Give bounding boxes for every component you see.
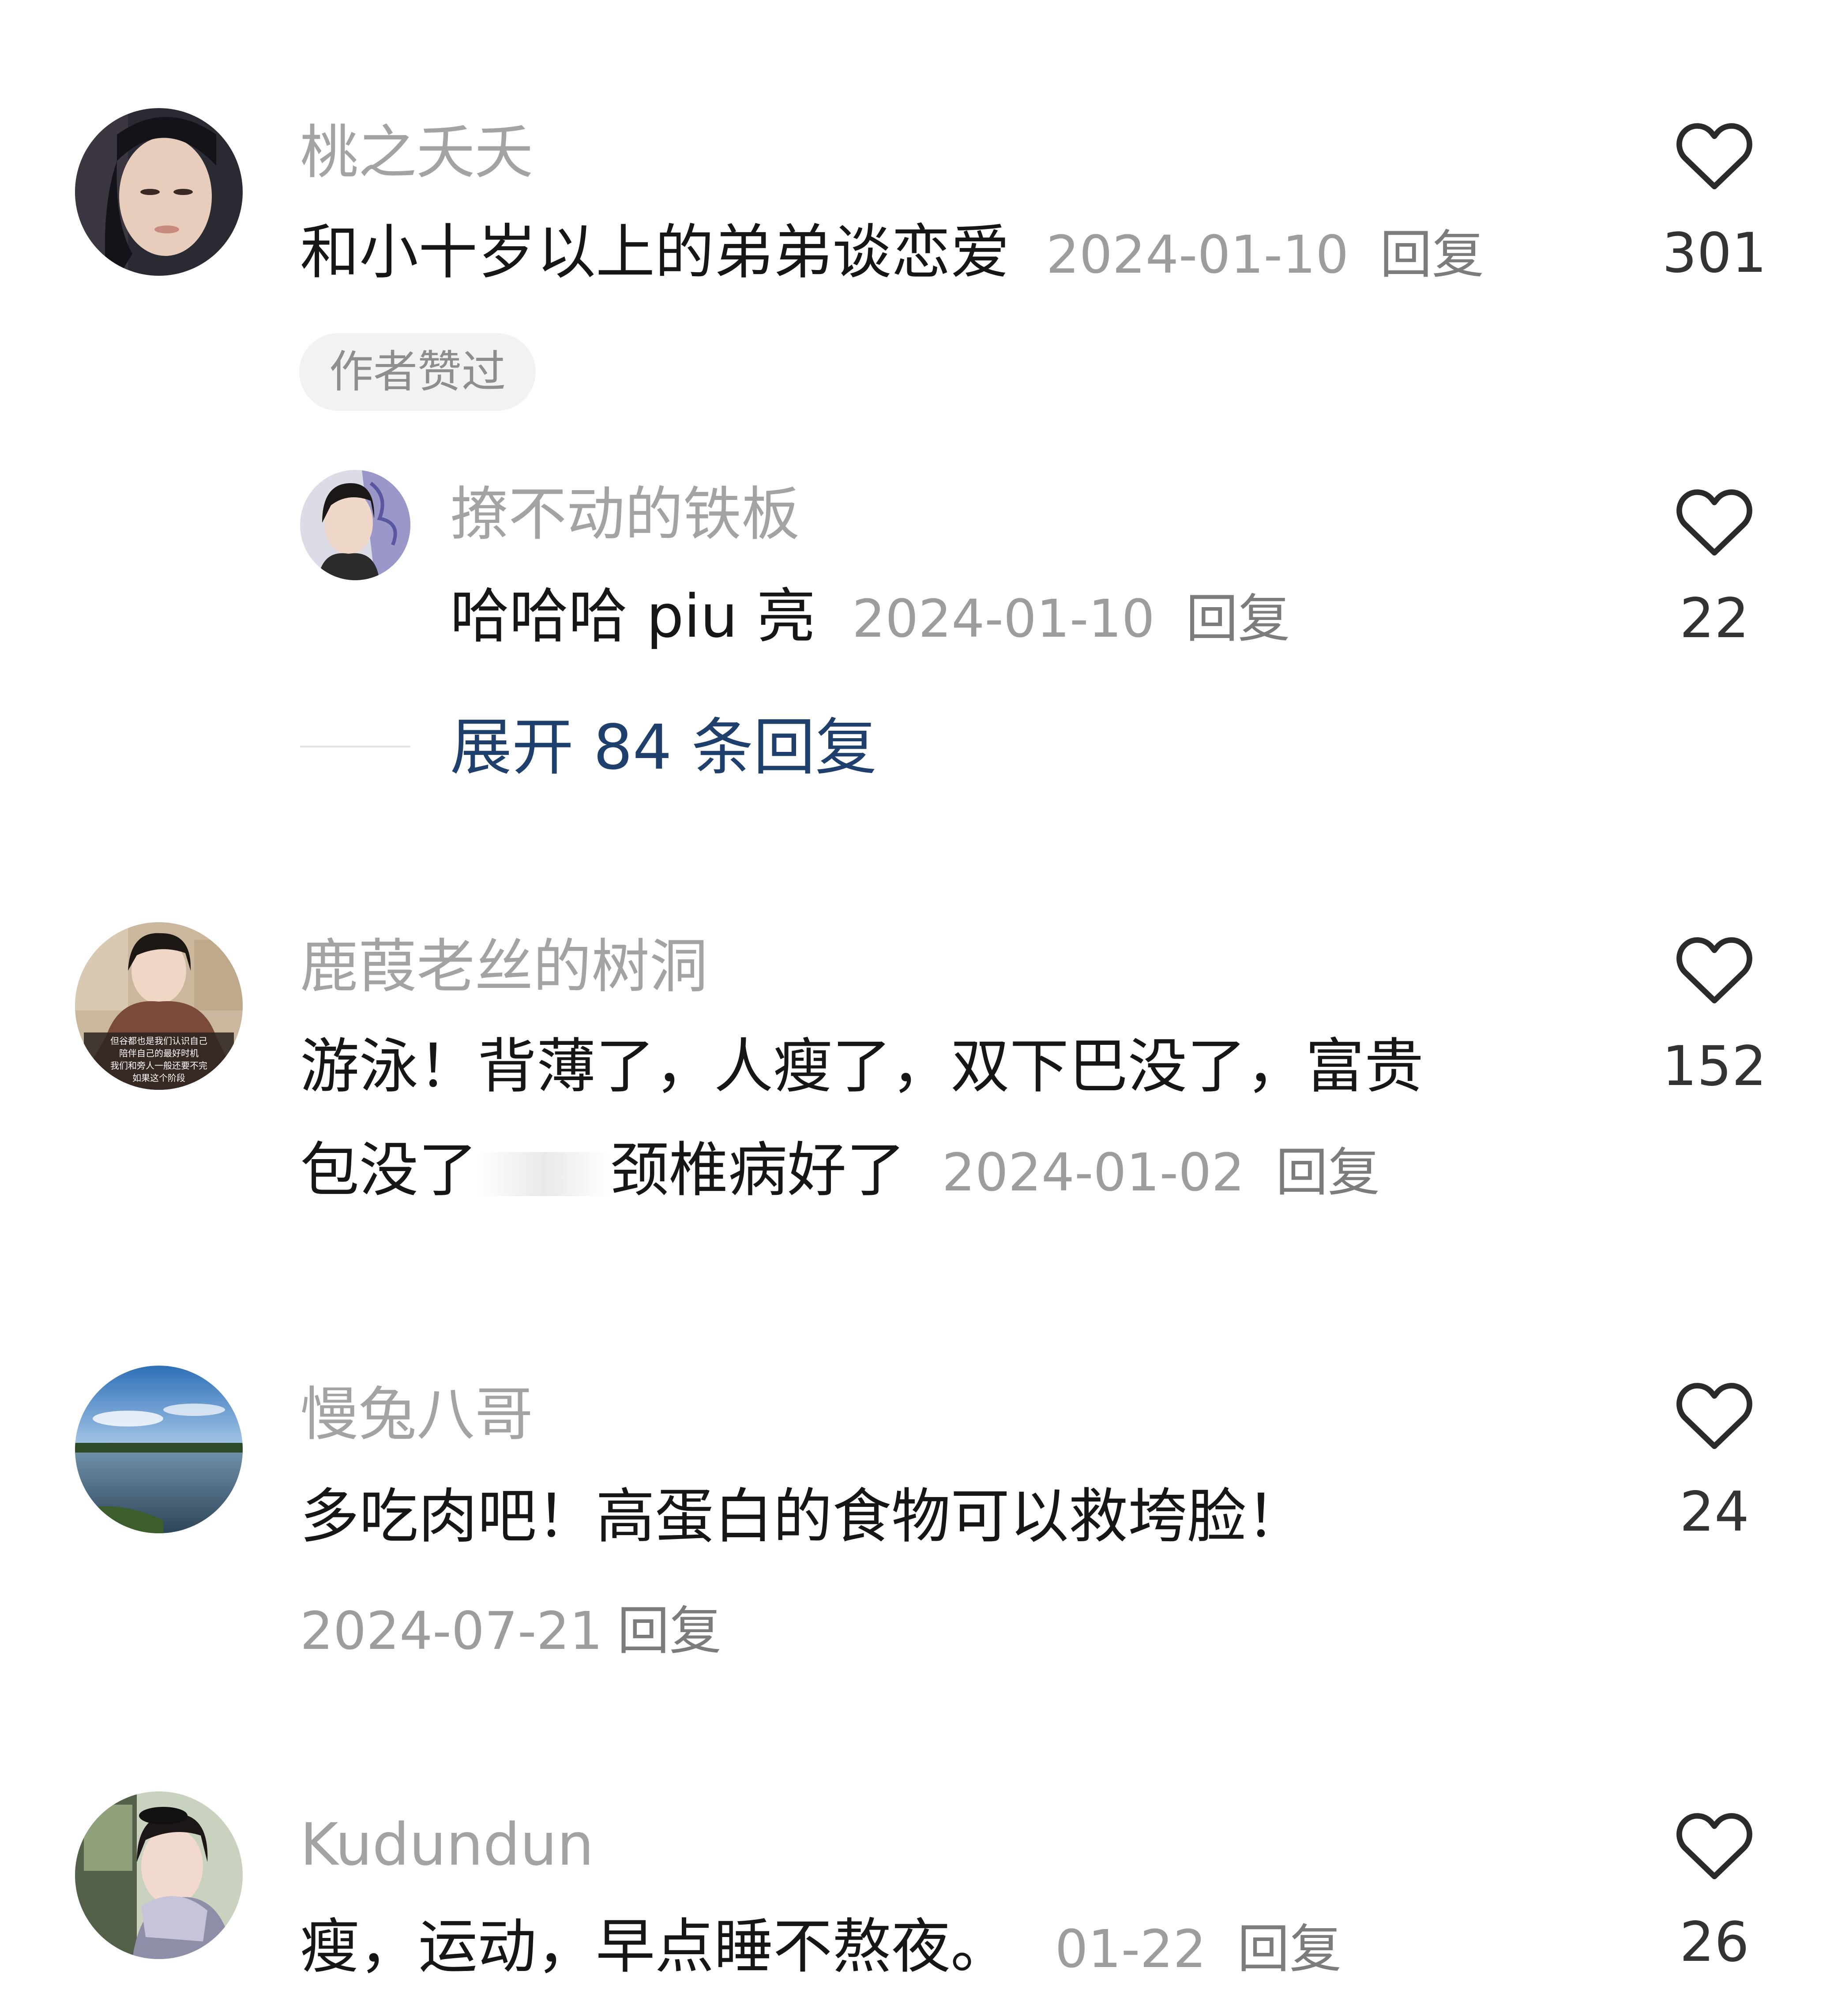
heart-outline-icon — [1676, 1383, 1752, 1449]
expand-replies-link[interactable]: 展开 84 条回复 — [450, 717, 877, 779]
like-button[interactable] — [1642, 1374, 1787, 1453]
avatar-sub-reply[interactable] — [300, 470, 410, 580]
heart-outline-icon — [1676, 937, 1752, 1004]
comment-date: 2024-01-02 — [942, 1142, 1245, 1203]
avatar-image — [75, 1366, 243, 1533]
like-count: 24 — [1680, 1480, 1749, 1544]
comment-body: 和小十岁以上的弟弟谈恋爱 — [300, 218, 1010, 287]
avatar-image — [75, 1791, 243, 1959]
avatar-image — [75, 108, 243, 276]
comment-username[interactable]: 慢兔八哥 — [300, 1385, 533, 1444]
comment-text-line1: 游泳！背薄了，人瘦了，双下巴没了，富贵 — [300, 1032, 1424, 1101]
heart-outline-icon — [1676, 1813, 1752, 1880]
like-count: 22 — [1680, 587, 1749, 650]
avatar-comment-3[interactable] — [75, 1366, 243, 1533]
avatar-comment-4[interactable] — [75, 1791, 243, 1959]
avatar-comment-1[interactable] — [75, 108, 243, 276]
like-button[interactable] — [1642, 481, 1787, 560]
comment-body: 瘦，运动，早点睡不熬夜。 — [300, 1912, 1010, 1981]
comment-body-part1: 包没了 — [300, 1136, 478, 1205]
comment-date: 01-22 — [1055, 1918, 1206, 1979]
expand-divider — [300, 746, 410, 747]
comment-username[interactable]: Kudundun — [300, 1816, 594, 1874]
author-liked-badge: 作者赞过 — [299, 333, 536, 411]
reply-button[interactable]: 回复 — [617, 1600, 721, 1661]
like-count: 152 — [1662, 1035, 1767, 1098]
comment-text-line2: 包没了 颈椎病好了 2024-01-02 回复 — [300, 1141, 1380, 1200]
comment-date: 2024-01-10 — [1046, 224, 1349, 285]
comment-meta: 2024-07-21 回复 — [300, 1588, 721, 1664]
comment-text: 和小十岁以上的弟弟谈恋爱 2024-01-10 回复 — [300, 223, 1484, 282]
like-count: 301 — [1662, 221, 1767, 285]
reply-text: 哈哈哈 piu 亮 2024-01-10 回复 — [450, 587, 1290, 646]
avatar-image — [300, 470, 410, 580]
avatar-caption: 但谷都也是我们认识自己 陪伴自己的最好时机 我们和旁人一般还要不完 如果这个阶段 — [110, 1036, 207, 1083]
heart-outline-icon — [1676, 489, 1752, 556]
avatar-comment-2[interactable]: 但谷都也是我们认识自己 陪伴自己的最好时机 我们和旁人一般还要不完 如果这个阶段 — [75, 922, 243, 1090]
heart-outline-icon — [1676, 123, 1752, 190]
like-count: 26 — [1680, 1911, 1749, 1974]
reply-button[interactable]: 回复 — [1380, 224, 1484, 285]
redacted-emoji — [477, 1152, 610, 1197]
reply-body: 哈哈哈 piu 亮 — [450, 582, 816, 651]
comment-body: 多吃肉吧！高蛋白的食物可以救垮脸！ — [300, 1482, 1306, 1551]
comment-text: 瘦，运动，早点睡不熬夜。 01-22 回复 — [300, 1917, 1341, 1976]
reply-username[interactable]: 撩不动的铁板 — [450, 485, 800, 544]
reply-button[interactable]: 回复 — [1276, 1142, 1380, 1203]
comment-username[interactable]: 鹿葭老丝的树洞 — [300, 938, 708, 996]
comment-date: 2024-07-21 — [300, 1600, 603, 1661]
comment-username[interactable]: 桃之夭夭 — [300, 124, 533, 182]
like-button[interactable] — [1642, 929, 1787, 1008]
like-button[interactable] — [1642, 115, 1787, 194]
reply-date: 2024-01-10 — [852, 588, 1155, 649]
reply-button[interactable]: 回复 — [1186, 588, 1290, 649]
comment-body-part2: 颈椎病好了 — [610, 1136, 906, 1205]
like-button[interactable] — [1642, 1805, 1787, 1884]
reply-button[interactable]: 回复 — [1237, 1918, 1341, 1979]
